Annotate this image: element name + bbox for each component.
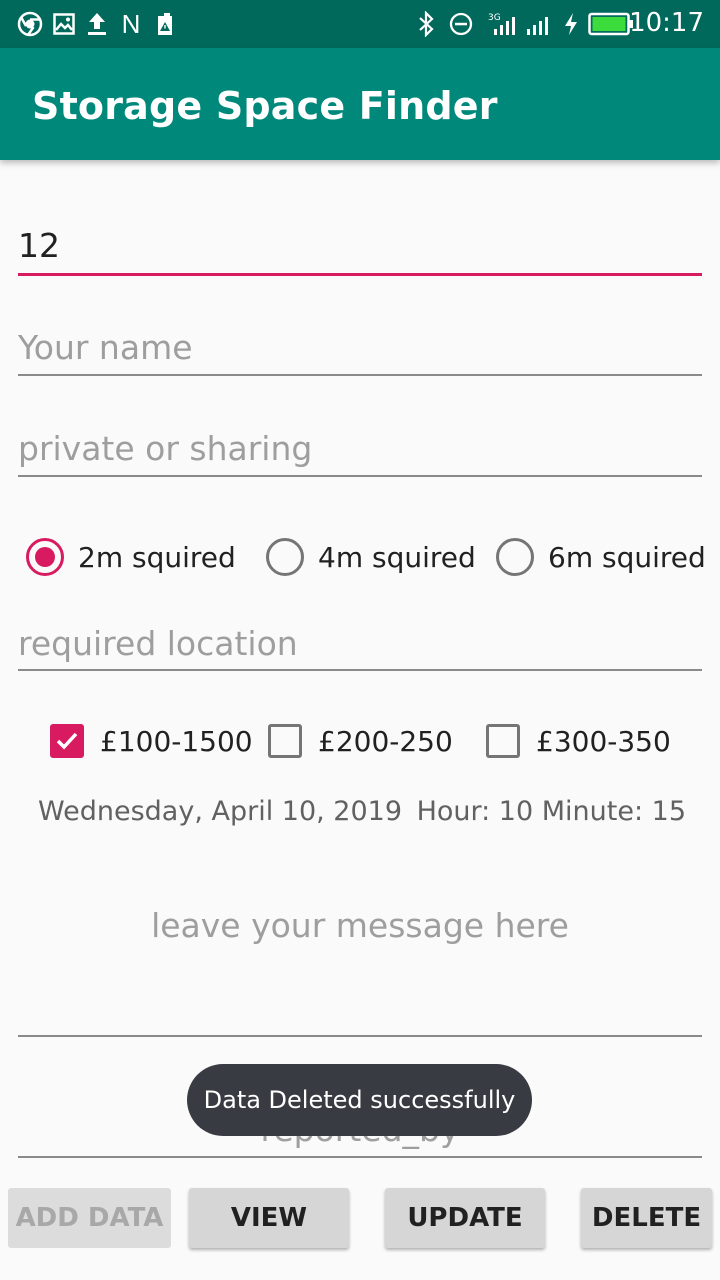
- location-field-placeholder: required location: [18, 624, 298, 663]
- message-field-underline: [18, 1035, 702, 1037]
- update-button[interactable]: UPDATE: [385, 1188, 545, 1248]
- reported-by-underline: [18, 1156, 702, 1158]
- message-field-placeholder: leave your message here: [151, 906, 569, 945]
- storage-alert-icon: [155, 10, 175, 38]
- radio-4m[interactable]: 4m squired: [266, 536, 476, 578]
- chrome-icon: [16, 10, 44, 38]
- storage-type-field[interactable]: private or sharing: [18, 421, 702, 481]
- name-field-underline: [18, 374, 702, 376]
- checkbox-price-100-1500[interactable]: £100-1500: [50, 722, 253, 760]
- checkbox-price-100-1500-label: £100-1500: [100, 724, 253, 758]
- id-field[interactable]: 12: [18, 218, 702, 278]
- upload-icon: [86, 10, 108, 38]
- radio-2m-circle: [26, 538, 64, 576]
- status-time: 10:17: [629, 8, 704, 38]
- app-title: Storage Space Finder: [32, 84, 498, 128]
- checkbox-price-300-350-label: £300-350: [536, 724, 671, 758]
- view-button[interactable]: VIEW: [189, 1188, 349, 1248]
- radio-6m[interactable]: 6m squired: [496, 536, 706, 578]
- radio-2m[interactable]: 2m squired: [26, 536, 236, 578]
- checkbox-price-200-250[interactable]: £200-250: [268, 722, 453, 760]
- radio-6m-circle: [496, 538, 534, 576]
- network-type-label: 3G: [488, 13, 501, 23]
- app-bar: Storage Space Finder: [0, 48, 720, 160]
- status-bar: N 3G 10:17: [0, 0, 720, 48]
- do-not-disturb-icon: [448, 10, 474, 38]
- date-text[interactable]: Wednesday, April 10, 2019: [38, 796, 402, 827]
- checkbox-price-300-350[interactable]: £300-350: [486, 722, 671, 760]
- message-field[interactable]: [18, 880, 702, 1040]
- checkbox-price-300-350-box: [486, 724, 520, 758]
- checkbox-price-100-1500-box: [50, 724, 84, 758]
- add-data-button[interactable]: ADD DATA: [8, 1188, 171, 1248]
- time-text[interactable]: Hour: 10 Minute: 15: [417, 796, 686, 827]
- toast-message: Data Deleted successfully: [187, 1064, 532, 1136]
- location-field-underline: [18, 669, 702, 671]
- n-icon: N: [121, 8, 141, 39]
- image-icon: [52, 10, 76, 38]
- checkbox-price-200-250-box: [268, 724, 302, 758]
- storage-type-placeholder: private or sharing: [18, 429, 313, 468]
- location-field[interactable]: required location: [18, 616, 702, 676]
- signal-3g-icon: 3G: [488, 10, 520, 38]
- checkbox-price-200-250-label: £200-250: [318, 724, 453, 758]
- bluetooth-icon: [416, 10, 436, 38]
- delete-button[interactable]: DELETE: [581, 1188, 712, 1248]
- battery-icon: [588, 10, 634, 38]
- name-field[interactable]: Your name: [18, 320, 702, 380]
- charging-icon: [562, 10, 580, 38]
- id-field-value: 12: [18, 226, 60, 265]
- storage-type-underline: [18, 475, 702, 477]
- radio-4m-label: 4m squired: [318, 540, 476, 574]
- radio-4m-circle: [266, 538, 304, 576]
- id-field-underline: [18, 273, 702, 276]
- name-field-placeholder: Your name: [18, 328, 193, 367]
- checkmark-icon: [56, 732, 78, 750]
- signal-icon: [524, 10, 554, 38]
- radio-6m-label: 6m squired: [548, 540, 706, 574]
- radio-2m-label: 2m squired: [78, 540, 236, 574]
